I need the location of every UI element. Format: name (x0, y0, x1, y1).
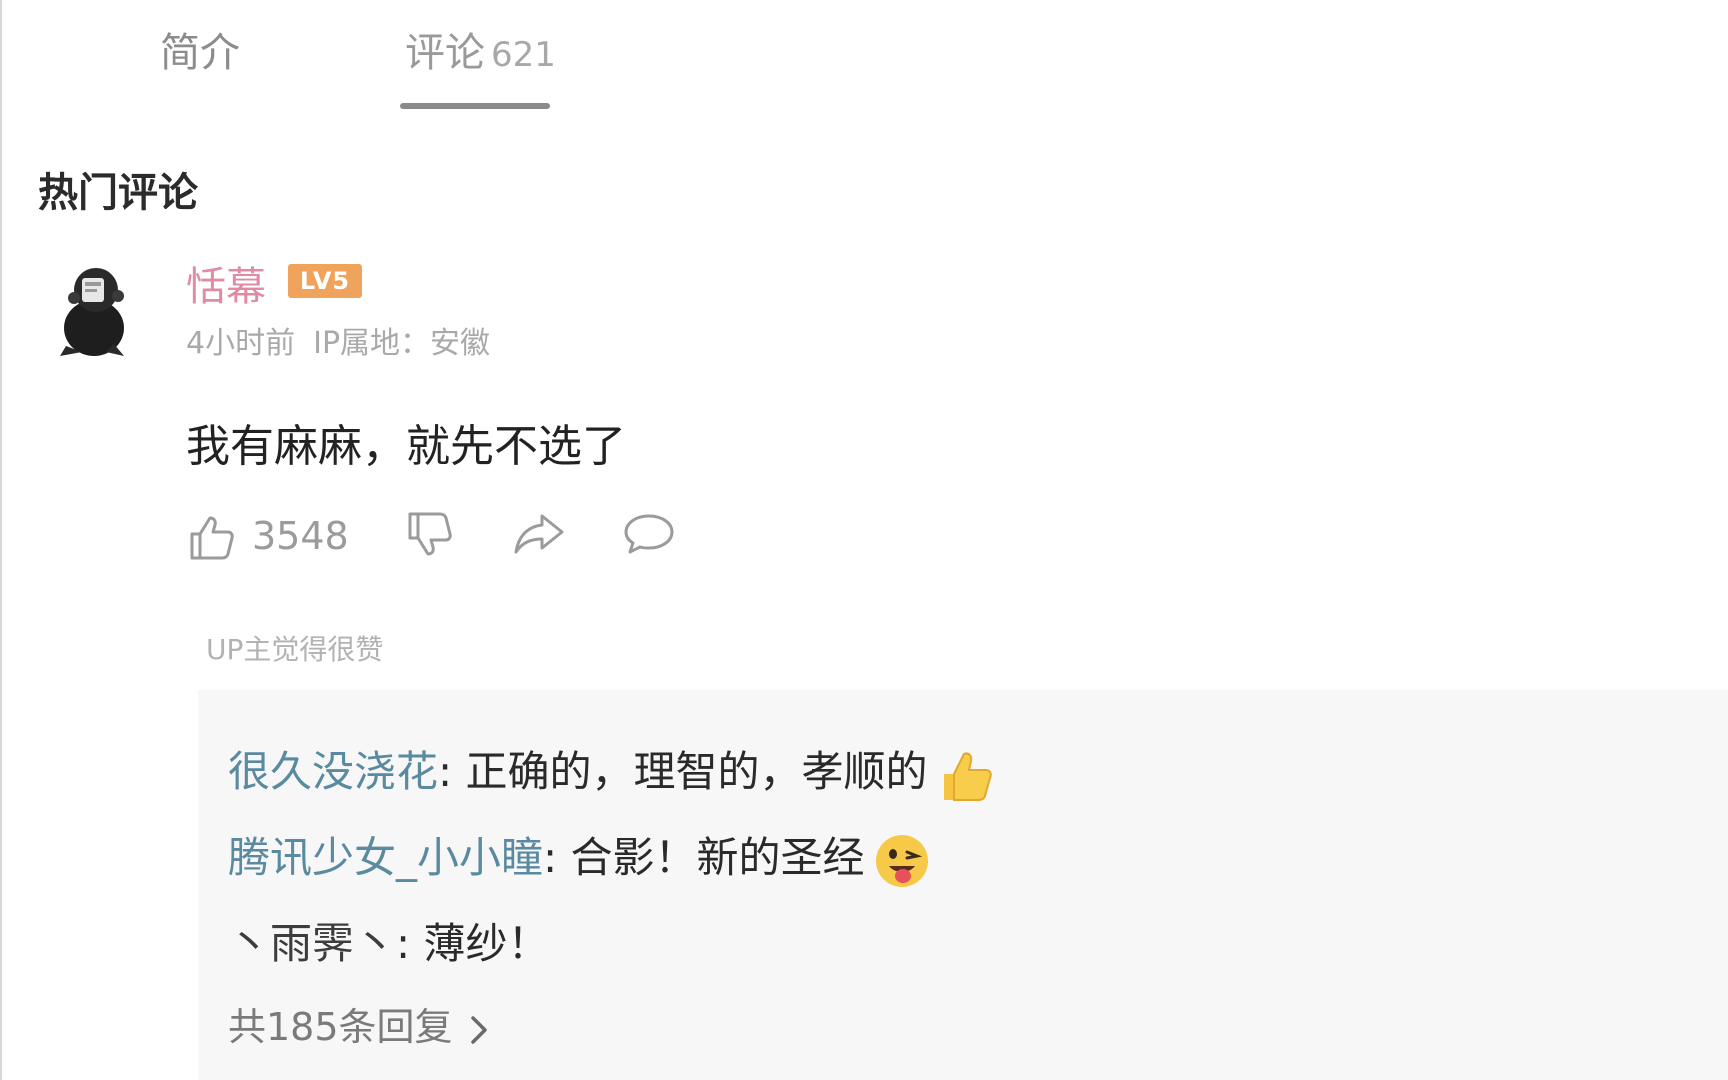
section-title: 热门评论 (38, 170, 198, 216)
tab-comments[interactable]: 评论 621 (405, 20, 556, 78)
reply-separator: : (438, 747, 453, 796)
left-border (0, 0, 2, 1080)
reply-bubble-icon (624, 514, 674, 554)
reply-separator: : (396, 919, 411, 968)
up-liked-label: UP主觉得很赞 (206, 633, 384, 666)
dislike-button[interactable] (404, 508, 458, 564)
like-count: 3548 (252, 514, 349, 558)
more-replies-label: 共185条回复 (228, 1005, 453, 1049)
comment-username[interactable]: 恬幕 (186, 254, 266, 312)
thumbs-up-emoji-icon (943, 752, 992, 801)
avatar[interactable] (52, 258, 142, 358)
reply-separator: : (543, 833, 558, 882)
chevron-right-icon (470, 1015, 487, 1044)
avatar-icon (60, 268, 124, 356)
reply-text: 薄纱！ (410, 919, 550, 968)
reply-author[interactable]: 很久没浇花 (228, 747, 438, 796)
reply-button[interactable] (622, 508, 678, 564)
reply-author[interactable]: 腾讯少女_小小瞳 (228, 833, 543, 882)
tab-bar: 简介 评论 621 (0, 0, 1728, 120)
view-all-replies-link[interactable]: 共185条回复 (228, 996, 491, 1051)
reply-author[interactable]: 丶雨霁丶 (228, 919, 396, 968)
tongue-out-emoji-icon (875, 834, 928, 887)
like-button[interactable]: 3548 (186, 508, 356, 564)
comment-time: 4小时前 (186, 326, 296, 361)
comment-meta: 4小时前 IP属地：安徽 (186, 318, 490, 362)
comment-page: 简介 评论 621 热门评论 恬幕 LV5 4小时前 IP属地：安徽 我有麻麻，就先… (0, 0, 1728, 1080)
replies-panel: 很久没浇花: 正确的，理智的，孝顺的 腾讯少女_小小瞳: 合影！新的圣经 丶雨霁… (198, 690, 1728, 1080)
share-button[interactable] (512, 508, 568, 564)
reply-text: 正确的，理智的，孝顺的 (452, 747, 928, 796)
tab-comments-label: 评论 (405, 30, 485, 76)
thumbs-up-icon (190, 516, 234, 560)
tab-comments-count: 621 (491, 35, 556, 75)
level-badge: LV5 (288, 264, 362, 298)
comment-text: 我有麻麻，就先不选了 (186, 421, 626, 472)
active-tab-indicator (400, 103, 550, 109)
thumbs-down-icon (408, 512, 452, 556)
reply-item[interactable]: 很久没浇花: 正确的，理智的，孝顺的 (228, 738, 994, 804)
reply-text: 合影！新的圣经 (557, 833, 865, 882)
comment-ip-location: IP属地：安徽 (313, 326, 491, 361)
reply-item[interactable]: 丶雨霁丶: 薄纱！ (228, 910, 550, 971)
tab-intro[interactable]: 简介 (160, 20, 240, 78)
reply-item[interactable]: 腾讯少女_小小瞳: 合影！新的圣经 (228, 824, 931, 890)
share-icon (514, 514, 564, 554)
